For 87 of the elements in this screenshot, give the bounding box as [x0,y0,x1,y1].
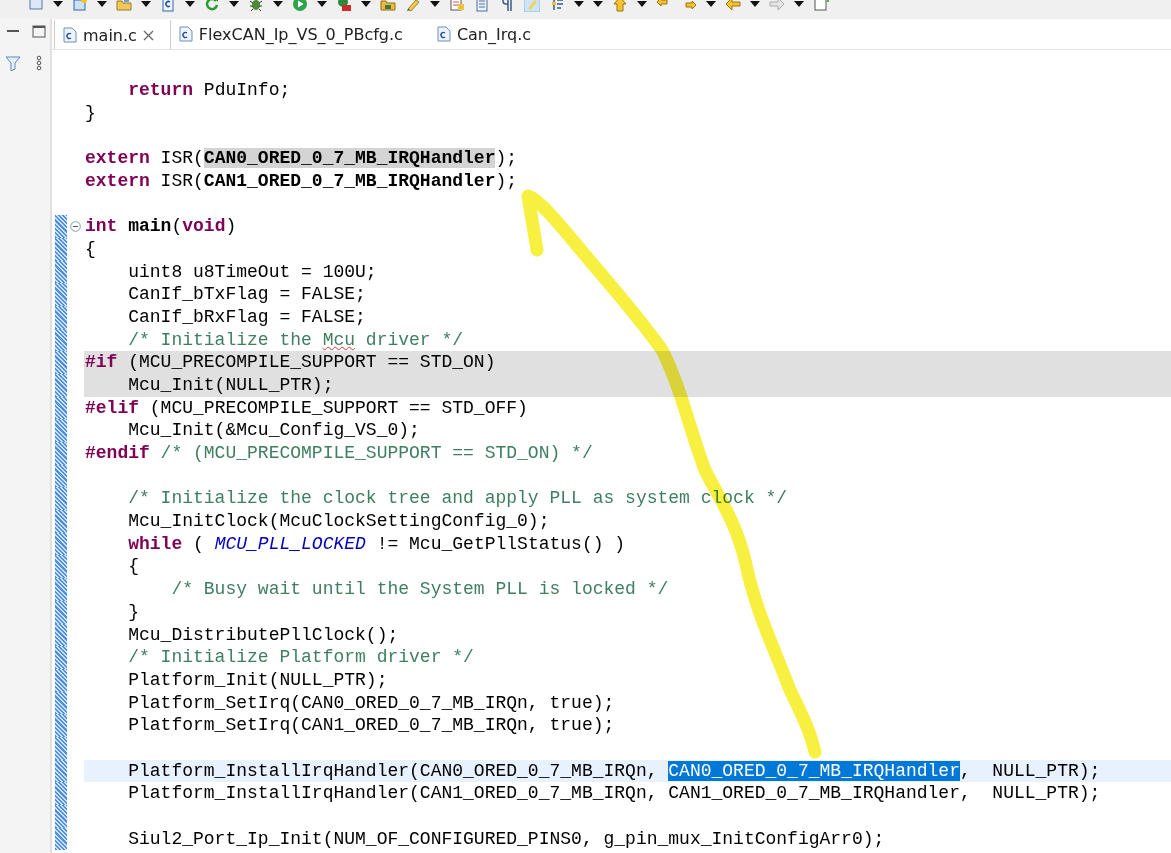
code-line: Platform_InstallIrqHandler(CAN1_ORED_0_7_MB_IRQn, CAN1_ORED_0_7_MB_IRQHandler, NULL_PTR); [127,783,1101,804]
caret-icon[interactable] [97,0,107,7]
caret-icon[interactable] [637,0,647,7]
code-line: Mcu_Init(&Mcu_Config_VS_0); [127,420,420,441]
code-line: while ( MCU_PLL_LOCKED != Mcu_GetPllStatus() ) [127,533,626,554]
close-icon[interactable] [142,29,154,41]
range-indicator [55,396,67,420]
c-file-icon [436,26,451,42]
folder-icon[interactable] [116,0,132,12]
caret-icon[interactable] [53,0,63,7]
range-indicator [55,827,67,851]
range-indicator [55,487,67,511]
code-line: } [85,102,96,123]
folder-icon[interactable] [380,0,396,12]
range-indicator [55,373,67,397]
c-file-icon [178,26,193,42]
code-line: Mcu_Init(NULL_PTR); [127,374,334,395]
play-icon[interactable] [292,0,308,12]
range-indicator [55,782,67,805]
caret-icon[interactable] [794,0,804,7]
caret-icon[interactable] [317,0,327,7]
caret-icon[interactable] [229,0,239,7]
code-line: Mcu_DistributePllClock(); [127,624,399,645]
caret-icon[interactable] [273,0,283,7]
caret-icon[interactable] [430,0,440,7]
range-indicator [55,283,67,306]
code-line: #elif (MCU_PRECOMPILE_SUPPORT == STD_OFF) [85,397,528,418]
caret-icon[interactable] [750,0,760,7]
range-indicator [55,578,67,601]
range-indicator [55,510,67,533]
range-indicator [55,215,67,238]
c-file-icon[interactable] [160,0,176,12]
document-icon[interactable] [449,0,465,12]
code-line: Siul2_Port_Ip_Init(NUM_OF_CONFIGURED_PINS0, g_pin_mux_InitConfigArr0); [127,828,885,849]
range-indicator [55,805,67,828]
range-indicator [55,668,67,692]
caret-icon[interactable] [706,0,716,7]
code-line: CanIf_bTxFlag = FALSE; [127,284,366,305]
code-line: Platform_InstallIrqHandler(CAN0_ORED_0_7_MB_IRQn, CAN0_ORED_0_7_MB_IRQHandler, NULL_PTR); [127,760,1101,781]
range-indicator [55,260,67,284]
code-line: uint8 u8TimeOut = 100U; [127,261,377,282]
code-line: Platform_Init(NULL_PTR); [127,669,388,690]
pilcrow-icon[interactable] [499,0,515,12]
range-indicator [55,351,67,374]
range-indicator [55,759,67,783]
range-indicator [55,555,67,579]
range-indicator [55,623,67,647]
code-line: /* Initialize the Mcu driver */ [127,329,464,350]
new-window-icon[interactable] [813,0,829,12]
code-line: /* Initialize Platform driver */ [127,647,474,668]
range-indicator [55,714,67,737]
collapse-icon[interactable] [70,220,81,232]
code-line: Platform_SetIrq(CAN0_ORED_0_7_MB_IRQn, true); [127,692,615,713]
code-line: int main(void) [85,216,237,237]
maximize-icon[interactable] [31,25,47,39]
code-line: CanIf_bRxFlag = FALSE; [127,306,366,327]
range-indicator [55,691,67,715]
editor-tab[interactable]: main.c [54,19,171,49]
range-indicator [55,328,67,352]
range-indicator [55,305,67,329]
up-arrow-icon[interactable] [612,0,628,12]
code-line: Platform_SetIrq(CAN1_ORED_0_7_MB_IRQn, true); [127,715,615,736]
code-line: extern ISR(CAN1_ORED_0_7_MB_IRQHandler); [85,170,518,191]
code-line: return PduInfo; [127,80,291,100]
code-line: #if (MCU_PRECOMPILE_SUPPORT == STD_ON) [85,352,496,373]
code-line: { [85,238,96,259]
code-line: } [127,601,139,622]
caret-icon[interactable] [141,0,151,7]
c-file-icon [63,27,77,43]
range-indicator [55,419,67,442]
range-indicator [55,646,67,669]
caret-icon[interactable] [361,0,371,7]
code-line: /* Busy wait until the System PLL is locked */ [170,579,669,600]
range-indicator [55,442,67,465]
caret-icon[interactable] [185,0,195,7]
left-arrow-icon[interactable] [725,0,741,12]
pen-icon[interactable] [405,0,421,12]
code-line: { [127,556,139,577]
range-indicator [55,736,67,760]
code-line: #endif /* (MCU_PRECOMPILE_SUPPORT == STD_ON) */ [85,443,593,463]
range-indicator [55,237,67,261]
refresh-icon[interactable] [204,0,220,12]
range-indicator [55,600,67,624]
range-indicator [55,532,67,556]
bug-icon[interactable] [248,0,264,12]
code-line: Mcu_InitClock(McuClockSettingConfig_0); [127,511,550,532]
range-indicator [55,464,67,488]
